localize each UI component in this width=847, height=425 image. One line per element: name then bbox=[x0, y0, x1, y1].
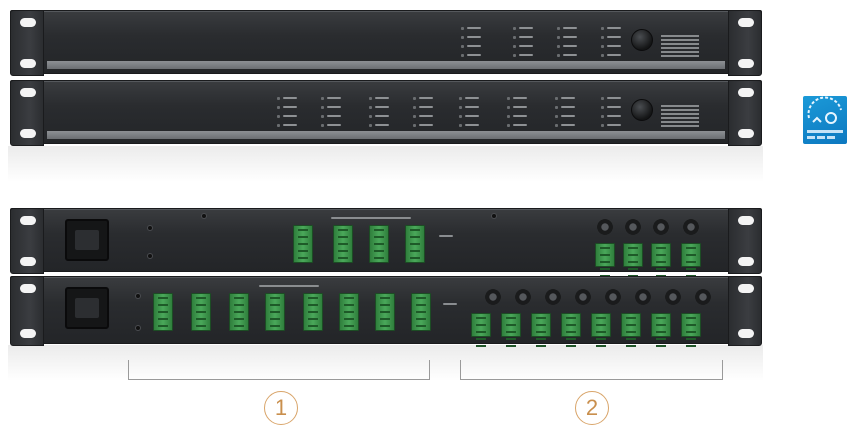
input-xlr-jack bbox=[665, 289, 681, 305]
rear-panel-unit-large bbox=[10, 276, 762, 347]
channel-led-group bbox=[461, 25, 487, 67]
brand-logo bbox=[661, 105, 699, 127]
input-xlr-jack bbox=[625, 219, 641, 235]
callout-number-2: 2 bbox=[575, 391, 609, 425]
input-terminal-block bbox=[651, 313, 671, 347]
input-terminal-block bbox=[681, 243, 701, 277]
channel-led-group bbox=[557, 25, 583, 67]
input-terminal-block bbox=[595, 243, 615, 277]
input-xlr-jack bbox=[695, 289, 711, 305]
callout-bracket-2 bbox=[460, 360, 723, 380]
channel-led-group bbox=[513, 25, 539, 67]
input-terminal-block bbox=[471, 313, 491, 347]
input-terminal-block bbox=[651, 243, 671, 277]
input-xlr-jack bbox=[683, 219, 699, 235]
brand-logo bbox=[661, 35, 699, 57]
input-xlr-jack bbox=[515, 289, 531, 305]
input-terminal-block bbox=[531, 313, 551, 347]
rear-panel-unit-small bbox=[10, 208, 762, 277]
channel-led-group bbox=[555, 95, 581, 137]
channel-led-group bbox=[601, 95, 627, 137]
input-terminal-block bbox=[621, 313, 641, 347]
volume-knob bbox=[631, 99, 653, 121]
input-terminal-block bbox=[591, 313, 611, 347]
output-terminal-block bbox=[303, 293, 323, 331]
input-terminal-block bbox=[561, 313, 581, 347]
output-terminal-block bbox=[405, 225, 425, 263]
channel-led-group bbox=[369, 95, 395, 137]
volume-knob bbox=[631, 29, 653, 51]
input-terminal-block bbox=[623, 243, 643, 277]
input-xlr-jack bbox=[605, 289, 621, 305]
channel-led-group bbox=[601, 25, 627, 67]
input-terminal-block bbox=[681, 313, 701, 347]
output-terminal-block bbox=[229, 293, 249, 331]
output-terminal-block bbox=[333, 225, 353, 263]
callout-bracket-1 bbox=[128, 360, 430, 380]
power-inlet bbox=[65, 219, 109, 261]
output-terminal-block bbox=[191, 293, 211, 331]
channel-led-group bbox=[507, 95, 533, 137]
output-terminal-block bbox=[265, 293, 285, 331]
callout-number-1: 1 bbox=[264, 391, 298, 425]
eco-badge-icon bbox=[803, 96, 847, 144]
front-panel-unit-large bbox=[10, 80, 762, 146]
input-terminal-block bbox=[501, 313, 521, 347]
input-xlr-jack bbox=[653, 219, 669, 235]
channel-led-group bbox=[277, 95, 303, 137]
power-inlet bbox=[65, 287, 109, 329]
rack-ear-right bbox=[728, 10, 762, 76]
channel-led-group bbox=[321, 95, 347, 137]
output-terminal-block bbox=[369, 225, 389, 263]
input-xlr-jack bbox=[597, 219, 613, 235]
rack-ear-left bbox=[10, 10, 44, 76]
product-image: 1 2 bbox=[0, 0, 847, 425]
input-xlr-jack bbox=[635, 289, 651, 305]
output-terminal-block bbox=[153, 293, 173, 331]
output-terminal-block bbox=[293, 225, 313, 263]
input-xlr-jack bbox=[545, 289, 561, 305]
channel-led-group bbox=[459, 95, 485, 137]
input-xlr-jack bbox=[485, 289, 501, 305]
output-terminal-block bbox=[375, 293, 395, 331]
output-terminal-block bbox=[339, 293, 359, 331]
channel-led-group bbox=[413, 95, 439, 137]
output-terminal-block bbox=[411, 293, 431, 331]
front-panel-unit-small bbox=[10, 10, 762, 76]
input-xlr-jack bbox=[575, 289, 591, 305]
